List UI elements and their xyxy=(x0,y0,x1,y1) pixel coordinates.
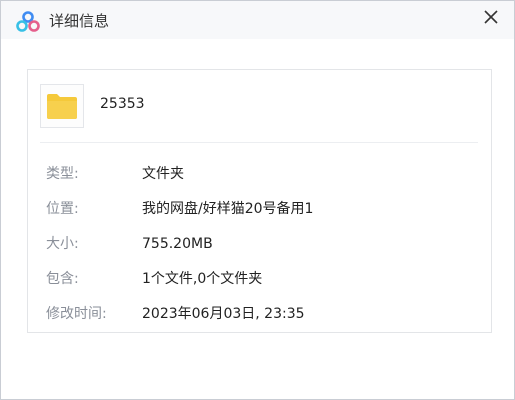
detail-row-type: 类型: 文件夹 xyxy=(46,164,476,184)
details-dialog: 详细信息 25353 类型: 文件夹 位置: 我的网盘/好样猫20号备用1 大小… xyxy=(0,0,515,400)
detail-value: 755.20MB xyxy=(142,236,213,252)
detail-value: 文件夹 xyxy=(142,166,184,182)
divider xyxy=(40,142,478,143)
file-name: 25353 xyxy=(100,96,145,112)
detail-row-size: 大小: 755.20MB xyxy=(46,234,476,254)
title-bar[interactable]: 详细信息 xyxy=(1,1,514,39)
detail-row-contains: 包含: 1个文件,0个文件夹 xyxy=(46,269,476,289)
info-card: 25353 类型: 文件夹 位置: 我的网盘/好样猫20号备用1 大小: 755… xyxy=(27,69,492,333)
detail-label: 包含: xyxy=(46,271,79,287)
detail-label: 修改时间: xyxy=(46,306,107,322)
close-button[interactable] xyxy=(478,4,504,30)
folder-thumbnail xyxy=(40,84,84,128)
detail-value: 2023年06月03日, 23:35 xyxy=(142,306,305,322)
detail-row-location: 位置: 我的网盘/好样猫20号备用1 xyxy=(46,199,476,219)
dialog-title: 详细信息 xyxy=(49,12,110,30)
detail-value: 1个文件,0个文件夹 xyxy=(142,271,263,287)
detail-label: 类型: xyxy=(46,166,79,182)
baidu-netdisk-cloud-icon xyxy=(16,11,40,33)
detail-value: 我的网盘/好样猫20号备用1 xyxy=(142,201,314,217)
close-icon[interactable] xyxy=(478,4,504,30)
detail-label: 位置: xyxy=(46,201,79,217)
detail-row-modified-time: 修改时间: 2023年06月03日, 23:35 xyxy=(46,304,476,324)
detail-label: 大小: xyxy=(46,236,79,252)
folder-icon xyxy=(47,94,77,119)
